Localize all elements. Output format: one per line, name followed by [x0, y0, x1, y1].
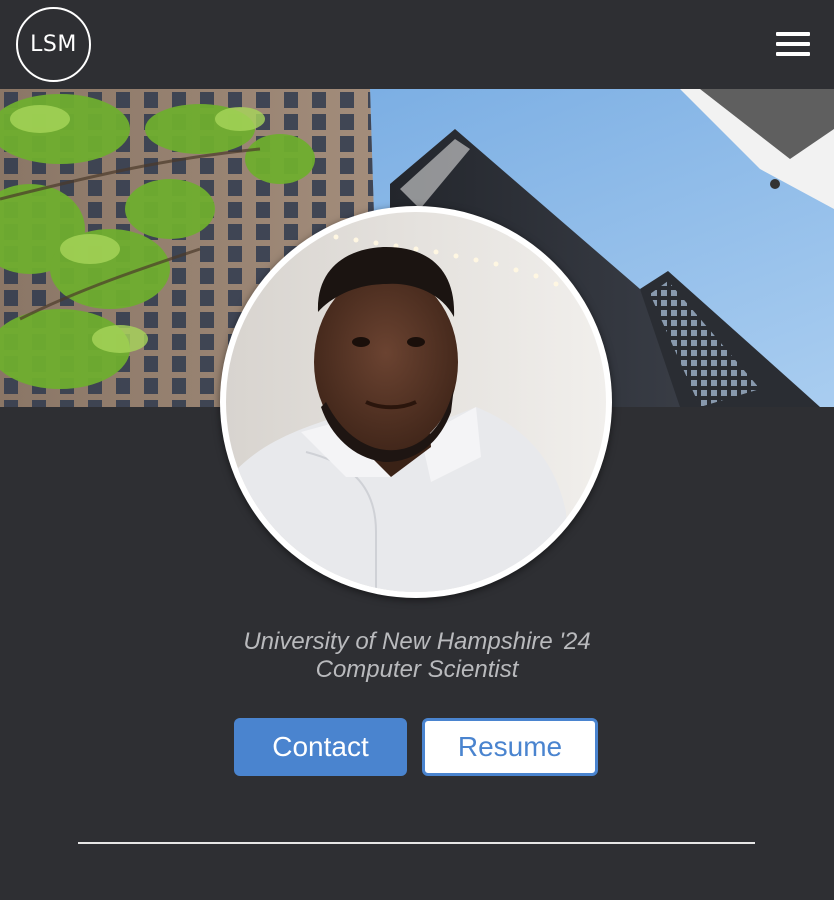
logo[interactable]: LSM	[16, 7, 91, 82]
tagline-school: University of New Hampshire '24	[243, 628, 591, 655]
profile-photo	[226, 212, 606, 592]
top-navbar: LSM	[0, 0, 834, 89]
section-divider	[78, 842, 755, 844]
resume-button[interactable]: Resume	[422, 718, 598, 776]
logo-text: LSM	[30, 32, 77, 57]
tagline-role: Computer Scientist	[315, 656, 519, 683]
contact-button[interactable]: Contact	[234, 718, 407, 776]
hamburger-menu-icon[interactable]	[774, 30, 812, 58]
tagline: University of New Hampshire '24 Computer…	[0, 628, 834, 684]
